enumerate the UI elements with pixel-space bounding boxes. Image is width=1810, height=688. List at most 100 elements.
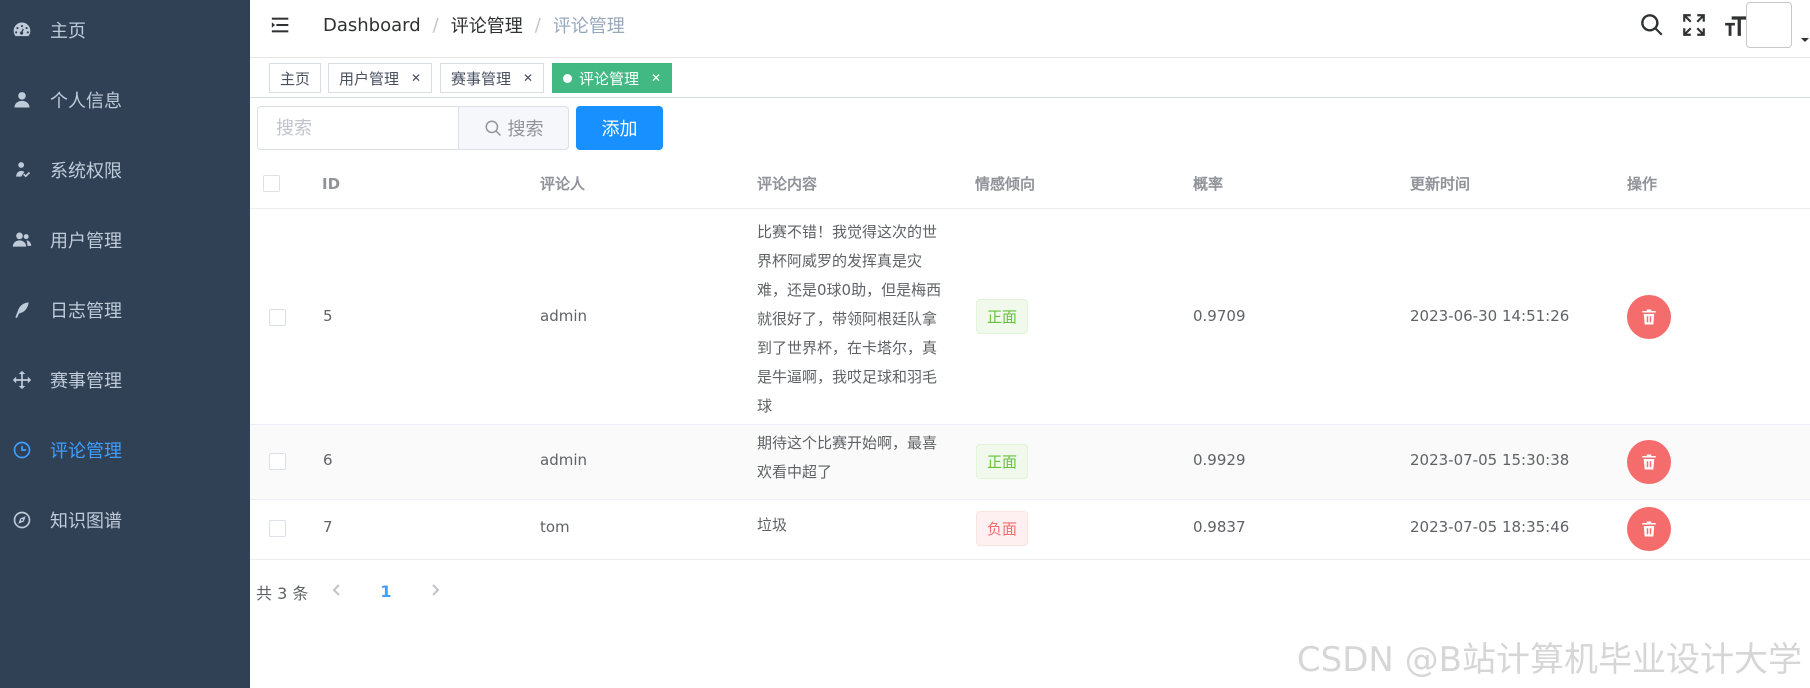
add-button[interactable]: 添加 <box>576 106 663 150</box>
sidebar-item-label: 知识图谱 <box>50 511 122 532</box>
feather-icon <box>11 299 33 321</box>
sidebar-item-label: 用户管理 <box>50 231 122 252</box>
active-dot-icon <box>563 73 572 83</box>
cell-probability: 0.9709 <box>1193 307 1246 325</box>
trash-icon <box>1642 521 1656 537</box>
tag-home[interactable]: 主页 <box>269 63 322 93</box>
navbar: Dashboard / 评论管理 / 评论管理 <box>250 0 1810 58</box>
delete-button[interactable] <box>1627 507 1671 551</box>
sentiment-tag: 负面 <box>976 511 1029 546</box>
column-header-content[interactable]: 评论内容 <box>757 164 817 209</box>
add-button-label: 添加 <box>601 119 638 140</box>
search-input[interactable] <box>257 106 458 150</box>
comments-table: ID 评论人 评论内容 情感倾向 概率 更新时间 操作 5 admin 比赛不错… <box>250 164 1810 560</box>
breadcrumb: Dashboard / 评论管理 / 评论管理 <box>323 12 625 38</box>
cell-updated: 2023-06-30 14:51:26 <box>1410 307 1570 325</box>
cell-author: admin <box>540 307 587 325</box>
move-icon <box>11 369 33 391</box>
sidebar-item-label: 评论管理 <box>50 441 122 462</box>
breadcrumb-item-comments[interactable]: 评论管理 <box>451 12 523 38</box>
close-icon[interactable]: ✕ <box>651 71 661 85</box>
sidebar-item-label: 赛事管理 <box>50 371 122 392</box>
page-number[interactable]: 1 <box>371 578 401 606</box>
pagination: 共 3 条 <box>256 578 308 606</box>
table-header: ID 评论人 评论内容 情感倾向 概率 更新时间 操作 <box>250 164 1810 209</box>
table-row[interactable]: 6 admin 期待这个比赛开始啊，最喜欢看中超了 正面 0.9929 2023… <box>250 425 1810 500</box>
row-checkbox[interactable] <box>269 520 286 537</box>
cell-author: tom <box>540 518 570 536</box>
cell-updated: 2023-07-05 18:35:46 <box>1410 518 1570 536</box>
cell-id: 7 <box>323 518 333 536</box>
sidebar-item-comments[interactable]: 评论管理 <box>0 420 250 480</box>
cell-probability: 0.9837 <box>1193 518 1246 536</box>
cell-id: 5 <box>323 307 333 325</box>
column-header-sentiment[interactable]: 情感倾向 <box>975 164 1035 209</box>
sidebar-item-home[interactable]: 主页 <box>0 0 250 60</box>
tag-label: 主页 <box>280 69 311 88</box>
breadcrumb-separator: / <box>534 14 541 36</box>
table-row[interactable]: 7 tom 垃圾 负面 0.9837 2023-07-05 18:35:46 <box>250 500 1810 560</box>
breadcrumb-separator: / <box>432 14 439 36</box>
compass-icon <box>11 509 33 531</box>
user-icon <box>11 89 33 111</box>
column-header-probability[interactable]: 概率 <box>1193 164 1223 209</box>
tag-label: 用户管理 <box>339 69 400 88</box>
fullscreen-icon[interactable] <box>1681 12 1707 38</box>
cell-content: 期待这个比赛开始啊，最喜欢看中超了 <box>757 434 938 481</box>
tag-event-management[interactable]: 赛事管理 ✕ <box>440 63 545 93</box>
sidebar-item-label: 主页 <box>50 21 86 42</box>
search-button[interactable]: 搜索 <box>458 106 569 150</box>
delete-button[interactable] <box>1627 295 1671 339</box>
row-checkbox[interactable] <box>269 453 286 470</box>
cell-updated: 2023-07-05 15:30:38 <box>1410 451 1570 469</box>
peoples-icon <box>11 159 33 181</box>
sidebar-item-events[interactable]: 赛事管理 <box>0 350 250 410</box>
sidebar-item-profile[interactable]: 个人信息 <box>0 70 250 130</box>
cell-content: 比赛不错！我觉得这次的世界杯阿威罗的发挥真是灾难，还是0球0助，但是梅西就很好了… <box>757 223 942 415</box>
sidebar-item-users[interactable]: 用户管理 <box>0 210 250 270</box>
chevron-right-icon[interactable] <box>428 582 448 602</box>
table-row[interactable]: 5 admin 比赛不错！我觉得这次的世界杯阿威罗的发挥真是灾难，还是0球0助，… <box>250 209 1810 425</box>
sidebar-item-logs[interactable]: 日志管理 <box>0 280 250 340</box>
cell-content: 垃圾 <box>757 516 788 534</box>
users-icon <box>11 229 33 251</box>
caret-down-icon[interactable] <box>1800 30 1810 42</box>
close-icon[interactable]: ✕ <box>411 71 421 85</box>
breadcrumb-item-dashboard[interactable]: Dashboard <box>323 15 421 36</box>
clock-icon <box>11 439 33 461</box>
dashboard-icon <box>11 19 33 41</box>
cell-id: 6 <box>323 451 333 469</box>
delete-button[interactable] <box>1627 440 1671 484</box>
search-icon[interactable] <box>1639 12 1665 38</box>
avatar[interactable] <box>1746 2 1792 48</box>
watermark: CSDN @B站计算机毕业设计大学 <box>1296 640 1802 680</box>
column-header-author[interactable]: 评论人 <box>540 164 585 209</box>
pagination-total: 共 3 条 <box>256 584 309 603</box>
cell-probability: 0.9929 <box>1193 451 1246 469</box>
sentiment-tag: 正面 <box>976 444 1029 479</box>
column-header-updated[interactable]: 更新时间 <box>1410 164 1470 209</box>
tag-label: 赛事管理 <box>451 69 512 88</box>
tag-label: 评论管理 <box>579 69 640 88</box>
tags-view: 主页 用户管理 ✕ 赛事管理 ✕ 评论管理 ✕ <box>250 58 1810 98</box>
row-checkbox[interactable] <box>269 309 286 326</box>
tag-user-management[interactable]: 用户管理 ✕ <box>328 63 433 93</box>
select-all-checkbox[interactable] <box>263 175 280 192</box>
sidebar-item-knowledge-graph[interactable]: 知识图谱 <box>0 490 250 550</box>
sidebar-item-permissions[interactable]: 系统权限 <box>0 140 250 200</box>
close-icon[interactable]: ✕ <box>523 71 533 85</box>
column-header-id[interactable]: ID <box>322 164 340 209</box>
sidebar-item-label: 系统权限 <box>50 161 122 182</box>
breadcrumb-item-current: 评论管理 <box>552 16 625 37</box>
trash-icon <box>1642 309 1656 325</box>
hamburger-menu-icon[interactable] <box>270 14 294 36</box>
tag-comment-management[interactable]: 评论管理 ✕ <box>552 63 673 93</box>
chevron-left-icon[interactable] <box>330 582 350 602</box>
search-icon <box>485 120 501 137</box>
sidebar: 主页 个人信息 系统权限 用户管理 日志管理 赛事管理 评论管理 知识图谱 <box>0 0 250 688</box>
sentiment-tag: 正面 <box>976 299 1029 334</box>
column-header-actions: 操作 <box>1627 175 1658 193</box>
sidebar-item-label: 日志管理 <box>50 301 122 322</box>
cell-author: admin <box>540 451 587 469</box>
trash-icon <box>1642 454 1656 470</box>
